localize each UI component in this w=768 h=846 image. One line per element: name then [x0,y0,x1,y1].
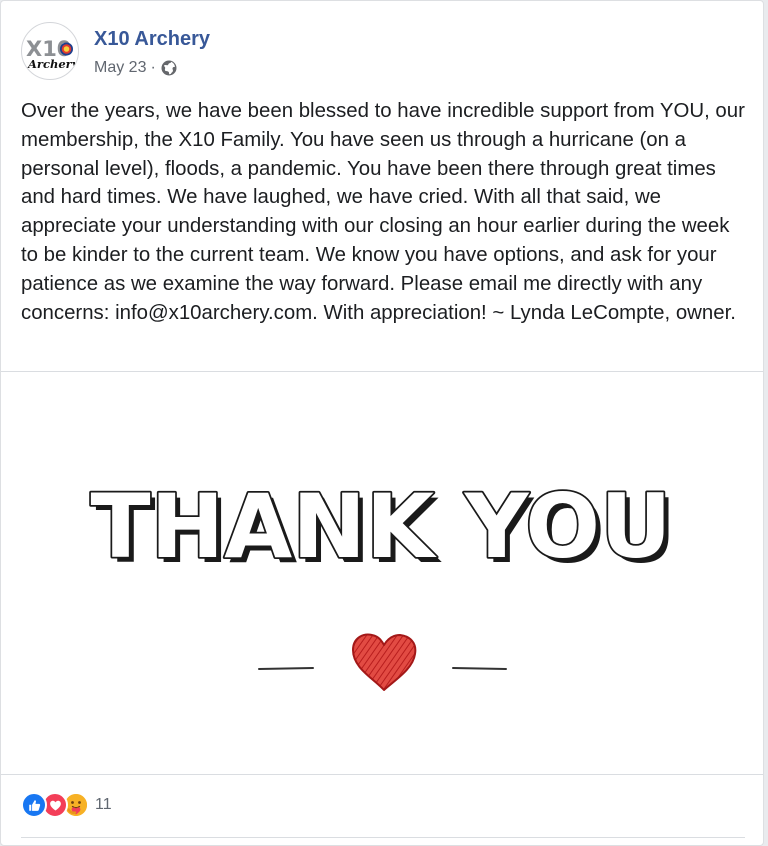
right-dash [452,667,507,670]
avatar[interactable]: X10 Archery [21,22,79,80]
reactions-bar[interactable]: 11 [21,792,112,818]
post-meta: May 23 · [94,59,177,77]
divider [1,774,763,775]
post-card: X10 Archery X10 Archery May 23 · Over th… [0,0,764,846]
like-icon[interactable] [21,792,47,818]
heart-icon [352,633,417,691]
left-dash [258,667,314,670]
post-date[interactable]: May 23 [94,59,146,77]
meta-separator: · [150,59,156,76]
globe-icon[interactable] [161,60,177,76]
divider [21,837,745,838]
post-image[interactable]: THANK YOU THANK YOU [1,372,763,774]
headline-text: THANK YOU [90,475,671,578]
reaction-count[interactable]: 11 [95,796,112,814]
svg-text:Archery: Archery [27,57,79,71]
thank-you-graphic: THANK YOU THANK YOU [89,473,677,691]
x10-archery-logo: X10 Archery [26,37,79,71]
post-body-text: Over the years, we have been blessed to … [21,100,745,324]
page-name-link[interactable]: X10 Archery [94,28,210,51]
